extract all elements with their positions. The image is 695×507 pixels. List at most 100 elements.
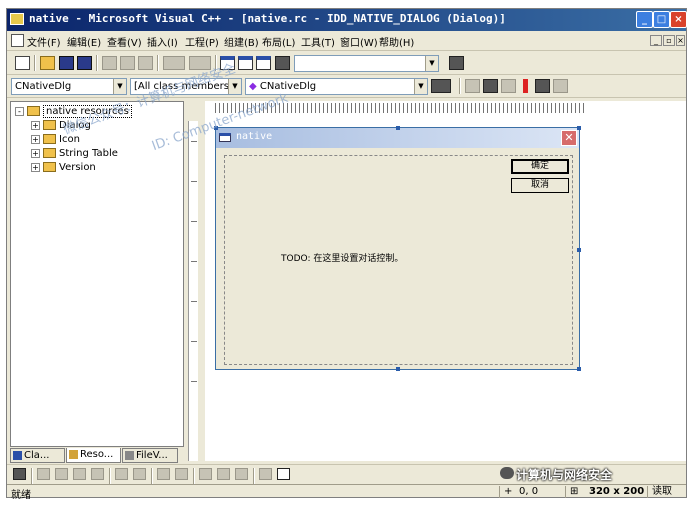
align-top-icon[interactable] (73, 468, 86, 480)
menu-build[interactable]: 组建(B) (224, 34, 259, 49)
wizard-bar: CNativeDlg ▼ [All class members] ▼ ◆ CNa… (7, 75, 686, 98)
close-button[interactable]: × (670, 11, 687, 28)
output-icon[interactable] (238, 56, 253, 70)
minimize-button[interactable]: _ (636, 11, 653, 28)
center-vertical-icon[interactable] (115, 468, 128, 480)
center-horizontal-icon[interactable] (133, 468, 146, 480)
status-mode: 读取 (647, 486, 672, 498)
menu-file[interactable]: 文件(F) (27, 34, 61, 49)
tab-fileview[interactable]: FileV... (122, 448, 178, 463)
same-size-icon[interactable] (235, 468, 248, 480)
expand-icon[interactable]: + (31, 120, 40, 130)
document-menu-icon[interactable] (11, 34, 24, 47)
copy-icon[interactable] (120, 56, 135, 70)
test-dialog-icon[interactable] (13, 468, 26, 480)
tree-node-dialog[interactable]: + Dialog (31, 120, 91, 131)
title-bar[interactable]: native - Microsoft Visual C++ - [native.… (7, 9, 687, 31)
splitter-bar[interactable] (188, 121, 198, 461)
mdi-minimize-button[interactable]: _ (650, 35, 662, 46)
workspace-icon[interactable] (220, 56, 235, 70)
mdi-restore-button[interactable]: ▫ (663, 35, 675, 46)
find-combo[interactable]: ▼ (294, 55, 439, 72)
workspace-tree[interactable]: - native resources + Dialog + Icon + String … (10, 101, 184, 447)
toggle-guides-icon[interactable] (277, 468, 290, 480)
execute-icon[interactable] (523, 79, 528, 93)
align-left-icon[interactable] (37, 468, 50, 480)
resize-handle[interactable] (577, 126, 581, 130)
menu-layout[interactable]: 布局(L) (262, 34, 295, 49)
menu-tools[interactable]: 工具(T) (301, 34, 335, 49)
menu-view[interactable]: 查看(V) (107, 34, 142, 49)
mdi-close-button[interactable]: × (676, 35, 685, 46)
binoculars-icon[interactable] (449, 56, 464, 70)
stop-build-icon[interactable] (501, 79, 516, 93)
tree-root-label: native resources (43, 105, 132, 118)
todo-static-text[interactable]: TODO: 在这里设置对话控制。 (281, 251, 403, 264)
go-icon[interactable] (535, 79, 550, 93)
menu-insert[interactable]: 插入(I) (147, 34, 178, 49)
cut-icon[interactable] (102, 56, 117, 70)
paste-icon[interactable] (138, 56, 153, 70)
folder-icon (43, 162, 56, 172)
resize-handle[interactable] (577, 248, 581, 252)
build-icon[interactable] (483, 79, 498, 93)
expand-icon[interactable]: + (31, 134, 40, 144)
expand-icon[interactable]: + (31, 162, 40, 172)
dialog-client-area[interactable]: 确定 取消 TODO: 在这里设置对话控制。 (224, 155, 573, 365)
fileview-icon (125, 450, 134, 460)
wizard-action-icon[interactable] (431, 79, 451, 93)
dialog-close-icon[interactable]: ✕ (561, 130, 577, 146)
window-list-icon[interactable] (256, 56, 271, 70)
find-in-files-icon[interactable] (275, 56, 290, 70)
tree-root[interactable]: - native resources (15, 105, 132, 118)
menu-project[interactable]: 工程(P) (185, 34, 219, 49)
menu-edit[interactable]: 编辑(E) (67, 34, 101, 49)
cancel-button[interactable]: 取消 (511, 178, 569, 193)
tree-node-version[interactable]: + Version (31, 162, 96, 173)
same-height-icon[interactable] (217, 468, 230, 480)
compile-icon[interactable] (465, 79, 480, 93)
maximize-button[interactable]: □ (653, 11, 670, 28)
toggle-grid-icon[interactable] (259, 468, 272, 480)
resize-handle[interactable] (577, 367, 581, 371)
chevron-down-icon[interactable]: ▼ (414, 79, 427, 94)
tab-resourceview[interactable]: Reso... (66, 448, 121, 463)
resize-handle[interactable] (396, 367, 400, 371)
resize-handle[interactable] (396, 126, 400, 130)
tree-node-icon[interactable]: + Icon (31, 134, 80, 145)
toolbar-separator (151, 468, 153, 484)
toolbar-separator (109, 468, 111, 484)
dialog-template[interactable]: native ✕ 确定 取消 TODO: 在这里设置对话控制。 (214, 126, 581, 371)
resize-handle[interactable] (214, 126, 218, 130)
ruler-tick (191, 261, 197, 262)
space-across-icon[interactable] (157, 468, 170, 480)
redo-icon[interactable] (189, 56, 211, 70)
expand-icon[interactable]: + (31, 148, 40, 158)
class-combo[interactable]: CNativeDlg ▼ (11, 78, 127, 95)
chevron-down-icon[interactable]: ▼ (113, 79, 126, 94)
collapse-icon[interactable]: - (15, 106, 24, 116)
align-bottom-icon[interactable] (91, 468, 104, 480)
folder-icon (27, 106, 40, 116)
new-file-icon[interactable] (15, 56, 30, 70)
open-folder-icon[interactable] (40, 56, 55, 70)
function-combo[interactable]: ◆ CNativeDlg ▼ (245, 78, 428, 95)
chevron-down-icon[interactable]: ▼ (425, 56, 438, 71)
undo-icon[interactable] (163, 56, 185, 70)
ruler-tick (191, 341, 197, 342)
menu-help[interactable]: 帮助(H) (379, 34, 414, 49)
members-combo[interactable]: [All class members] ▼ (130, 78, 242, 95)
tab-classview[interactable]: Cla... (10, 448, 65, 463)
chevron-down-icon[interactable]: ▼ (228, 79, 241, 94)
tree-node-string-table[interactable]: + String Table (31, 148, 118, 159)
align-right-icon[interactable] (55, 468, 68, 480)
ok-button[interactable]: 确定 (511, 159, 569, 174)
app-icon[interactable] (10, 13, 24, 25)
dialog-title-bar[interactable]: native ✕ (216, 128, 579, 148)
space-down-icon[interactable] (175, 468, 188, 480)
save-all-icon[interactable] (77, 56, 92, 70)
save-icon[interactable] (59, 56, 74, 70)
menu-window[interactable]: 窗口(W) (340, 34, 378, 49)
breakpoint-icon[interactable] (553, 79, 568, 93)
same-width-icon[interactable] (199, 468, 212, 480)
